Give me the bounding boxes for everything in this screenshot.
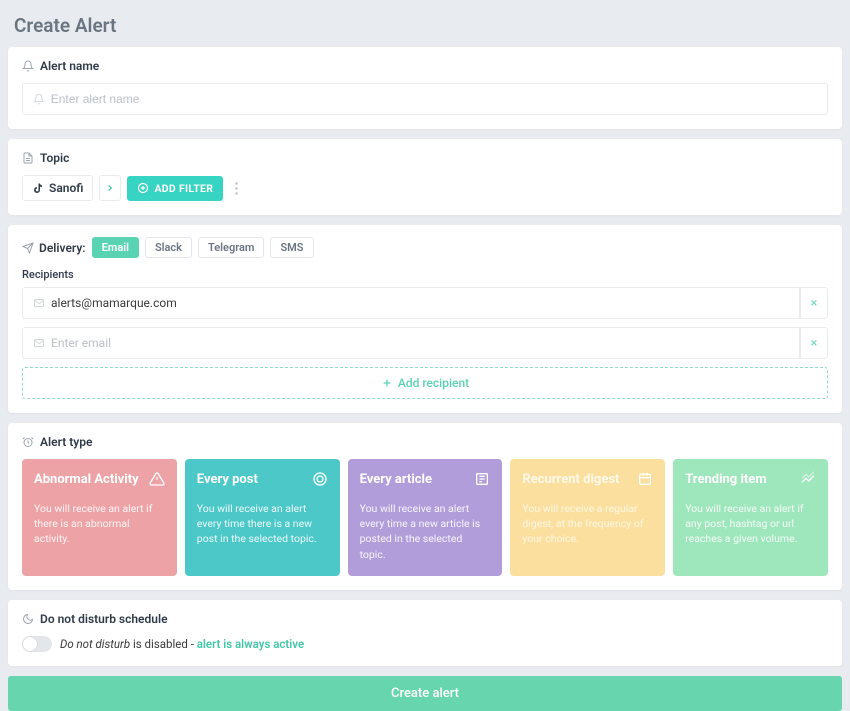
chevron-right-icon xyxy=(105,183,115,193)
alert-type-desc: You will receive a regular digest, at th… xyxy=(522,501,653,547)
add-recipient-label: Add recipient xyxy=(398,376,469,390)
document-icon xyxy=(22,152,34,164)
add-filter-button[interactable]: ADD FILTER xyxy=(127,176,223,201)
alert-name-label-text: Alert name xyxy=(40,59,99,73)
bell-icon xyxy=(33,93,45,105)
chevron-right-button[interactable] xyxy=(99,175,121,201)
recipient-row: alerts@mamarque.com × xyxy=(22,287,828,319)
topic-card: Topic Sanofi ADD FILTER xyxy=(8,139,842,215)
topic-chip[interactable]: Sanofi xyxy=(22,175,93,201)
alert-type-desc: You will receive an alert if there is an… xyxy=(34,501,165,547)
dnd-prefix: Do not disturb xyxy=(60,637,130,651)
more-vertical-icon xyxy=(235,182,238,195)
dnd-card: Do not disturb schedule Do not disturb i… xyxy=(8,600,842,666)
alert-name-card: Alert name xyxy=(8,47,842,129)
alert-type-every-article[interactable]: Every article You will receive an alert … xyxy=(348,459,503,576)
alert-type-abnormal[interactable]: Abnormal Activity You will receive an al… xyxy=(22,459,177,576)
delivery-tab-email[interactable]: Email xyxy=(92,237,139,258)
alert-type-desc: You will receive an alert every time the… xyxy=(197,501,328,547)
alert-name-input[interactable] xyxy=(22,83,828,115)
dnd-mid: is disabled - xyxy=(130,637,197,651)
delivery-card: Delivery: Email Slack Telegram SMS Recip… xyxy=(8,225,842,413)
newspaper-icon xyxy=(474,471,490,487)
dnd-active: alert is always active xyxy=(197,637,304,651)
remove-recipient-button[interactable]: × xyxy=(800,327,828,359)
delivery-tab-telegram[interactable]: Telegram xyxy=(198,237,264,258)
alert-type-label-text: Alert type xyxy=(40,435,92,449)
delivery-tab-sms[interactable]: SMS xyxy=(270,237,313,258)
alert-type-title: Every article xyxy=(360,472,432,487)
alert-type-card: Alert type Abnormal Activity You will re… xyxy=(8,423,842,590)
bell-icon xyxy=(22,60,34,72)
alert-type-recurrent[interactable]: Recurrent digest You will receive a regu… xyxy=(510,459,665,576)
moon-icon xyxy=(22,613,34,625)
topic-label: Topic xyxy=(22,151,828,165)
alert-type-title: Trending item xyxy=(685,472,766,487)
mail-icon xyxy=(33,297,45,309)
alert-type-title: Every post xyxy=(197,472,258,487)
page-title: Create Alert xyxy=(0,0,850,47)
alert-type-desc: You will receive an alert if any post, h… xyxy=(685,501,816,547)
delivery-label-text: Delivery: xyxy=(39,241,86,255)
delivery-tab-slack[interactable]: Slack xyxy=(145,237,192,258)
target-icon xyxy=(312,471,328,487)
dnd-status-text: Do not disturb is disabled - alert is al… xyxy=(60,637,304,651)
topic-chip-text: Sanofi xyxy=(49,181,83,195)
add-recipient-button[interactable]: Add recipient xyxy=(22,367,828,399)
plus-icon xyxy=(381,377,393,389)
trend-icon xyxy=(800,471,816,487)
dnd-toggle[interactable] xyxy=(22,636,52,652)
dnd-label: Do not disturb schedule xyxy=(22,612,828,626)
recipient-input-filled[interactable]: alerts@mamarque.com xyxy=(22,287,800,319)
remove-recipient-button[interactable]: × xyxy=(800,287,828,319)
alert-type-title: Abnormal Activity xyxy=(34,472,139,487)
dnd-label-text: Do not disturb schedule xyxy=(40,612,168,626)
send-icon xyxy=(22,242,34,254)
warning-icon xyxy=(149,471,165,487)
create-alert-button[interactable]: Create alert xyxy=(8,676,842,711)
alert-name-field[interactable] xyxy=(51,92,817,106)
alert-icon xyxy=(22,436,34,448)
close-icon: × xyxy=(811,296,818,311)
mail-icon xyxy=(33,337,45,349)
add-filter-label: ADD FILTER xyxy=(154,182,213,195)
calendar-icon xyxy=(637,471,653,487)
recipient-input-empty[interactable]: Enter email xyxy=(22,327,800,359)
alert-name-label: Alert name xyxy=(22,59,828,73)
more-button[interactable] xyxy=(229,177,243,199)
topic-label-text: Topic xyxy=(40,151,69,165)
close-icon: × xyxy=(811,336,818,351)
alert-type-every-post[interactable]: Every post You will receive an alert eve… xyxy=(185,459,340,576)
recipient-row: Enter email × xyxy=(22,327,828,359)
delivery-label: Delivery: xyxy=(22,241,86,255)
recipient-value: alerts@mamarque.com xyxy=(51,296,177,310)
tiktok-icon xyxy=(32,182,44,194)
alert-type-desc: You will receive an alert every time a n… xyxy=(360,501,491,562)
plus-circle-icon xyxy=(137,182,149,194)
recipients-label: Recipients xyxy=(22,268,828,281)
alert-type-label: Alert type xyxy=(22,435,828,449)
alert-type-trending[interactable]: Trending item You will receive an alert … xyxy=(673,459,828,576)
alert-type-title: Recurrent digest xyxy=(522,472,619,487)
recipient-placeholder: Enter email xyxy=(51,336,111,350)
